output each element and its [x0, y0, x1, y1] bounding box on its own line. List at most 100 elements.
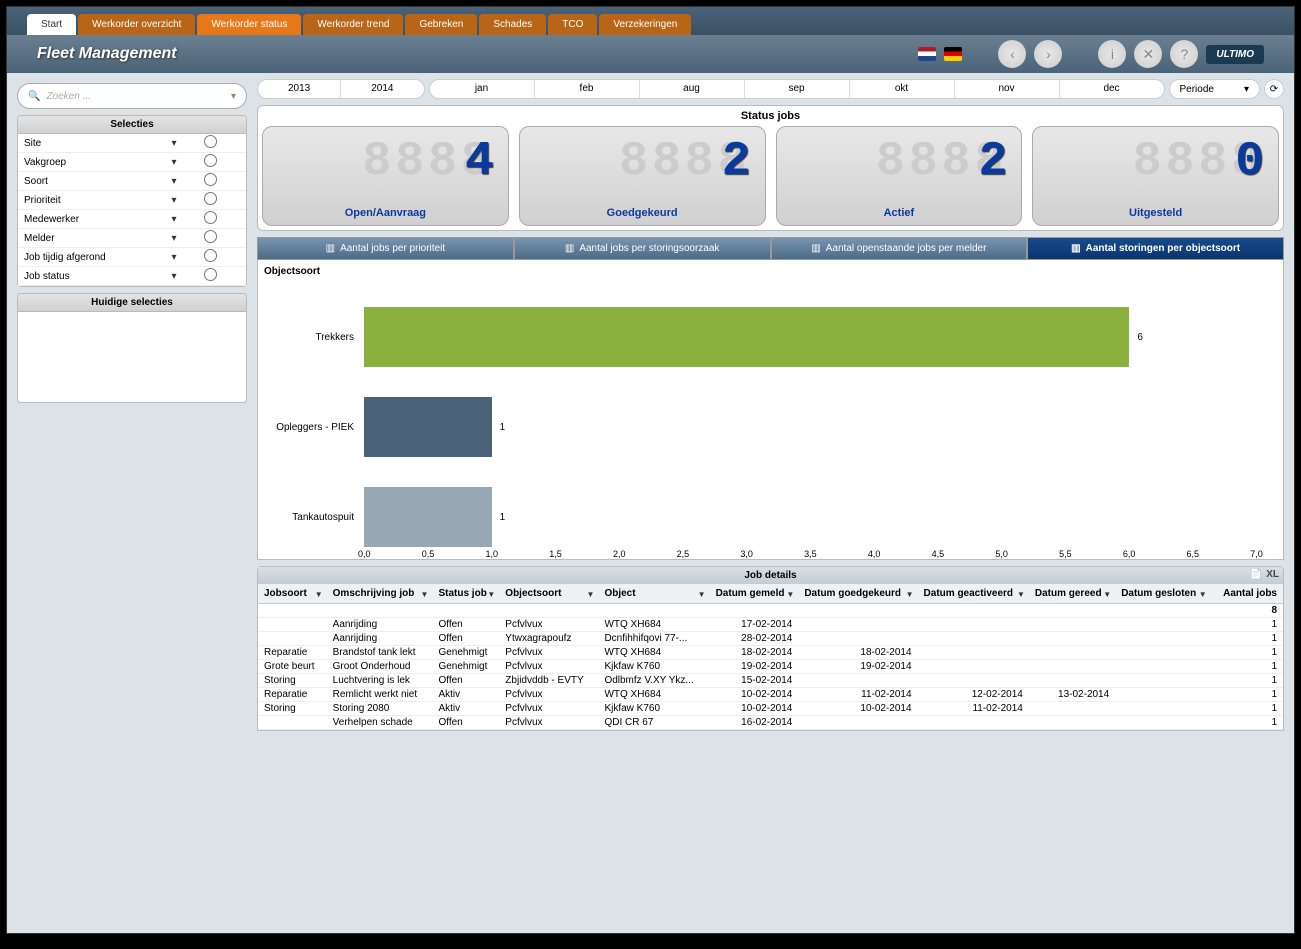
tab-werkorder-overzicht[interactable]: Werkorder overzicht — [78, 14, 195, 35]
month-feb[interactable]: feb — [535, 80, 640, 98]
close-button[interactable]: ✕ — [1134, 40, 1162, 68]
tab-tco[interactable]: TCO — [548, 14, 597, 35]
month-dec[interactable]: dec — [1060, 80, 1164, 98]
chevron-down-icon[interactable]: ▾ — [168, 214, 180, 225]
col-datum-gemeld[interactable]: Datum gemeld▼ — [710, 584, 799, 604]
selectie-medewerker[interactable]: Medewerker▾ — [18, 210, 246, 229]
col-datum-gesloten[interactable]: Datum gesloten▼ — [1115, 584, 1210, 604]
chevron-down-icon[interactable]: ▾ — [168, 138, 180, 149]
nav-forward-button[interactable]: › — [1034, 40, 1062, 68]
export-icon[interactable]: 📄 — [1250, 569, 1262, 580]
sort-icon: ▼ — [1103, 590, 1111, 599]
col-aantal-jobs[interactable]: Aantal jobs — [1211, 584, 1283, 604]
search-input[interactable] — [46, 91, 231, 102]
col-datum-goedgekeurd[interactable]: Datum goedgekeurd▼ — [798, 584, 917, 604]
periode-label: Periode — [1180, 84, 1214, 95]
chevron-down-icon[interactable]: ▾ — [231, 91, 236, 102]
chart-tab-1[interactable]: ▥Aantal jobs per storingsoorzaak — [514, 237, 771, 260]
selectie-radio[interactable] — [204, 154, 217, 167]
month-nov[interactable]: nov — [955, 80, 1060, 98]
col-datum-gereed[interactable]: Datum gereed▼ — [1029, 584, 1115, 604]
bar-trekkers[interactable]: Trekkers6 — [364, 307, 1257, 367]
selectie-melder[interactable]: Melder▾ — [18, 229, 246, 248]
sort-icon: ▼ — [315, 590, 323, 599]
table-row[interactable]: StoringStoring 2080AktivPcfvlvuxKjkfaw K… — [258, 702, 1283, 716]
month-jan[interactable]: jan — [430, 80, 535, 98]
tab-werkorder-trend[interactable]: Werkorder trend — [303, 14, 403, 35]
year-2013[interactable]: 2013 — [258, 80, 341, 98]
selectie-radio[interactable] — [204, 230, 217, 243]
chart-tab-0[interactable]: ▥Aantal jobs per prioriteit — [257, 237, 514, 260]
x-tick: 2,0 — [613, 549, 626, 559]
col-jobsoort[interactable]: Jobsoort▼ — [258, 584, 327, 604]
month-selector[interactable]: janfebaugsepoktnovdec — [429, 79, 1165, 99]
nav-back-button[interactable]: ‹ — [998, 40, 1026, 68]
tab-verzekeringen[interactable]: Verzekeringen — [599, 14, 691, 35]
table-row[interactable]: AanrijdingOffenYtwxagrapoufzDcnfihhifqov… — [258, 632, 1283, 646]
flag-de-icon[interactable] — [944, 47, 962, 61]
tab-schades[interactable]: Schades — [479, 14, 546, 35]
selectie-site[interactable]: Site▾ — [18, 134, 246, 153]
sort-icon: ▼ — [487, 590, 495, 599]
x-tick: 0,5 — [422, 549, 435, 559]
bar-tankautospuit[interactable]: Tankautospuit1 — [364, 487, 1257, 547]
counter-value: 4 — [465, 135, 494, 189]
table-row[interactable]: Verhelpen schadeOffenPcfvlvuxQDI CR 6716… — [258, 716, 1283, 730]
table-row[interactable]: ReparatieRemlicht werkt nietAktivPcfvlvu… — [258, 688, 1283, 702]
periode-dropdown[interactable]: Periode ▾ — [1169, 79, 1261, 99]
help-button[interactable]: ? — [1170, 40, 1198, 68]
counter-goedgekeurd: 88882Goedgekeurd — [519, 126, 766, 226]
chevron-down-icon[interactable]: ▾ — [168, 176, 180, 187]
chevron-down-icon[interactable]: ▾ — [168, 252, 180, 263]
month-okt[interactable]: okt — [850, 80, 955, 98]
chevron-down-icon[interactable]: ▾ — [168, 195, 180, 206]
selectie-vakgroep[interactable]: Vakgroep▾ — [18, 153, 246, 172]
selectie-radio[interactable] — [204, 268, 217, 281]
chevron-down-icon: ▾ — [1244, 84, 1249, 95]
year-2014[interactable]: 2014 — [341, 80, 423, 98]
selectie-soort[interactable]: Soort▾ — [18, 172, 246, 191]
col-object[interactable]: Object▼ — [598, 584, 709, 604]
status-panel: Status jobs 88884Open/Aanvraag88882Goedg… — [257, 105, 1284, 231]
chevron-down-icon[interactable]: ▾ — [168, 157, 180, 168]
flag-nl-icon[interactable] — [918, 47, 936, 61]
selectie-radio[interactable] — [204, 173, 217, 186]
search-box[interactable]: 🔍 ▾ — [17, 83, 247, 109]
xl-export-button[interactable]: XL — [1266, 569, 1279, 580]
chevron-down-icon[interactable]: ▾ — [168, 271, 180, 282]
month-aug[interactable]: aug — [640, 80, 745, 98]
col-objectsoort[interactable]: Objectsoort▼ — [499, 584, 598, 604]
col-datum-geactiveerd[interactable]: Datum geactiveerd▼ — [918, 584, 1029, 604]
table-row[interactable]: AanrijdingOffenPcfvlvuxWTQ XH68417-02-20… — [258, 618, 1283, 632]
selectie-radio[interactable] — [204, 135, 217, 148]
year-selector[interactable]: 20132014 — [257, 79, 425, 99]
chart-axis-label: Objectsoort — [264, 266, 1277, 277]
selectie-job-status[interactable]: Job status▾ — [18, 267, 246, 286]
selectie-prioriteit[interactable]: Prioriteit▾ — [18, 191, 246, 210]
month-sep[interactable]: sep — [745, 80, 850, 98]
table-row[interactable]: StoringLuchtvering is lekOffenZbjidvddb … — [258, 674, 1283, 688]
bar-opleggers-piek[interactable]: Opleggers - PIEK1 — [364, 397, 1257, 457]
selectie-radio[interactable] — [204, 192, 217, 205]
chart-icon: ▥ — [1071, 243, 1080, 254]
selectie-radio[interactable] — [204, 211, 217, 224]
bar-rect — [364, 487, 492, 547]
selectie-radio[interactable] — [204, 249, 217, 262]
tab-werkorder-status[interactable]: Werkorder status — [197, 14, 301, 35]
chart-tab-2[interactable]: ▥Aantal openstaande jobs per melder — [771, 237, 1028, 260]
col-status-job[interactable]: Status job▼ — [432, 584, 499, 604]
counter-value: 2 — [722, 135, 751, 189]
table-row[interactable]: Grote beurtGroot OnderhoudGenehmigtPcfvl… — [258, 660, 1283, 674]
x-tick: 5,0 — [995, 549, 1008, 559]
selectie-job-tijdig-afgerond[interactable]: Job tijdig afgerond▾ — [18, 248, 246, 267]
table-row[interactable]: ReparatieBrandstof tank lektGenehmigtPcf… — [258, 646, 1283, 660]
chevron-down-icon[interactable]: ▾ — [168, 233, 180, 244]
col-omschrijving-job[interactable]: Omschrijving job▼ — [327, 584, 433, 604]
tab-gebreken[interactable]: Gebreken — [405, 14, 477, 35]
info-button[interactable]: i — [1098, 40, 1126, 68]
refresh-button[interactable]: ⟳ — [1264, 79, 1284, 99]
tab-start[interactable]: Start — [27, 14, 76, 35]
chart-icon: ▥ — [326, 243, 335, 254]
x-tick: 4,5 — [932, 549, 945, 559]
chart-tab-3[interactable]: ▥Aantal storingen per objectsoort — [1027, 237, 1284, 260]
